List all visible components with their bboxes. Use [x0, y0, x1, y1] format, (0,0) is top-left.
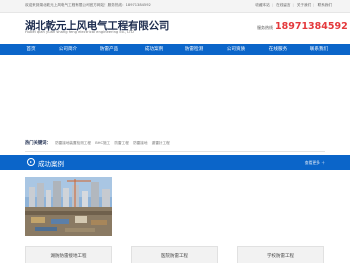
hot-keywords: 热门关键词： 防雷接地装置检测工程 BHC施工 防雷工程 防雷接地 避雷针工程: [25, 140, 170, 148]
cases-section-header: 成功案例 查看更多 ＋: [0, 155, 350, 170]
company-name-en: Hubei qian yuan shang feng electrical en…: [25, 30, 134, 34]
view-more-link[interactable]: 查看更多 ＋: [305, 160, 325, 166]
nav-item-products[interactable]: 防雷产品: [93, 44, 125, 55]
case-caption: 湖防防雷接地工程: [50, 254, 87, 259]
top-bar: 欢迎来到湖北乾元上风电气工程有限公司官方网站！服务热线：18971384592 …: [0, 0, 350, 13]
nav-item-qualification[interactable]: 公司资质: [220, 44, 252, 55]
hotline-label: 服务热线: [257, 25, 273, 30]
keyword-link[interactable]: 避雷针工程: [152, 141, 170, 145]
hotline-number: 18971384592: [275, 21, 348, 32]
top-link-contact[interactable]: 联系我们: [318, 3, 332, 7]
nav-item-about[interactable]: 公司简介: [52, 44, 84, 55]
case-card[interactable]: 学校防雷工程: [237, 246, 324, 263]
nav-item-contact[interactable]: 联系我们: [303, 44, 335, 55]
keywords-label: 热门关键词：: [25, 141, 51, 146]
case-card[interactable]: 湖防防雷接地工程: [25, 246, 112, 263]
case-caption: 学校防雷工程: [267, 254, 294, 259]
keyword-link[interactable]: 防雷工程: [114, 141, 128, 145]
main-nav: 首页 公司简介 防雷产品 成功案例 防雷检测 公司资质 在线服务 联系我们: [0, 44, 350, 55]
play-circle-icon: [27, 158, 35, 166]
keyword-link[interactable]: 防雷接地装置检测工程: [55, 141, 91, 145]
top-link-about[interactable]: 关于我们: [297, 3, 311, 7]
construction-site-image: [25, 177, 112, 236]
nav-item-service[interactable]: 在线服务: [262, 44, 294, 55]
top-links: 收藏本站 | 在线留言 | 关于我们 | 联系我们: [255, 3, 332, 7]
top-link-message[interactable]: 在线留言: [276, 3, 290, 7]
welcome-text: 欢迎来到湖北乾元上风电气工程有限公司官方网站！服务热线：18971384592: [25, 3, 151, 7]
case-photo[interactable]: [25, 177, 112, 236]
banner-area: [0, 55, 350, 137]
case-caption: 医院防雷工程: [161, 254, 188, 259]
nav-item-cases[interactable]: 成功案例: [138, 44, 170, 55]
nav-item-testing[interactable]: 防雷检测: [178, 44, 210, 55]
case-card[interactable]: 医院防雷工程: [131, 246, 218, 263]
keyword-link[interactable]: BHC施工: [95, 141, 110, 145]
section-title: 成功案例: [38, 159, 64, 168]
top-link-bookmark[interactable]: 收藏本站: [255, 3, 269, 7]
nav-item-home[interactable]: 首页: [20, 44, 42, 55]
divider: [25, 151, 325, 152]
keyword-link[interactable]: 防雷接地: [133, 141, 147, 145]
